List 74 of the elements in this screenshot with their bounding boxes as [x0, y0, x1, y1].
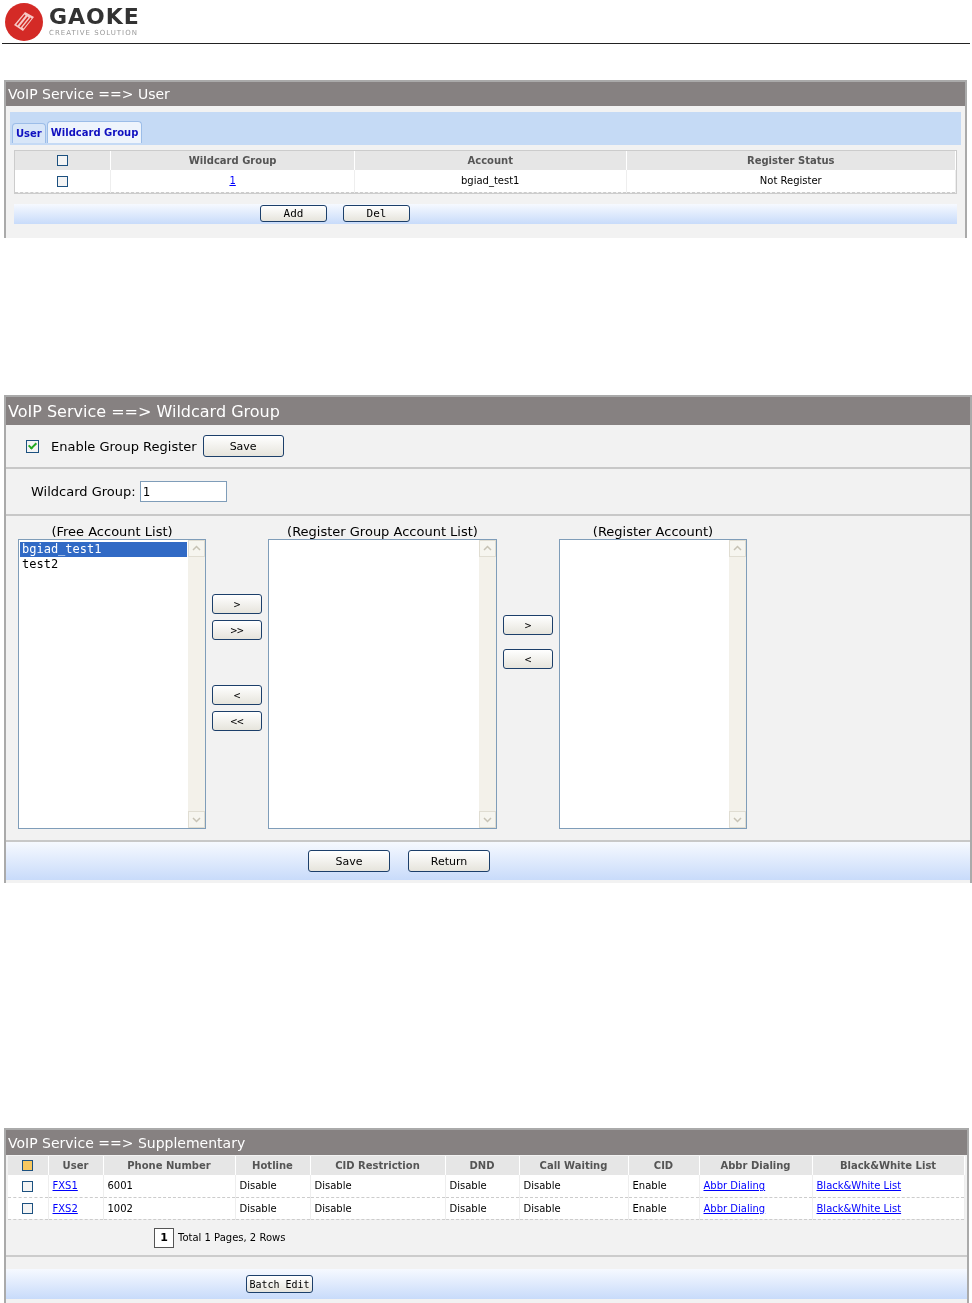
list-label: (Free Account List)	[51, 524, 173, 539]
free-account-list[interactable]: bgiad_test1 test2	[18, 539, 206, 829]
column-header: Wildcard Group	[110, 151, 355, 170]
column-header: User	[48, 1156, 103, 1175]
tab[interactable]: Wildcard Group	[46, 121, 143, 143]
enable-checkbox[interactable]	[26, 439, 39, 453]
list-item[interactable]: bgiad_test1	[20, 542, 187, 557]
action-button[interactable]: Del	[343, 205, 410, 222]
table-cell: 6001	[107, 1180, 133, 1192]
wildcard-group-field[interactable]: 1	[139, 481, 227, 502]
table-cell: Enable	[632, 1202, 667, 1214]
row-checkbox[interactable]	[22, 1180, 34, 1192]
column-header: Account	[354, 151, 626, 170]
table-cell: bgiad_test1	[460, 175, 520, 187]
scrollbar[interactable]	[729, 540, 746, 828]
column-header: CID	[628, 1156, 699, 1175]
table-cell: Not Register	[759, 175, 822, 187]
column-header: Black&White List	[812, 1156, 964, 1175]
row-checkbox[interactable]	[57, 175, 69, 187]
move-button[interactable]: >	[503, 615, 553, 635]
select-all-checkbox[interactable]	[22, 1160, 34, 1172]
logo-text: GAOKE	[49, 6, 140, 28]
scroll-down-icon[interactable]	[729, 811, 746, 828]
pager-summary: Total 1 Pages, 2 Rows	[178, 1232, 286, 1243]
list-label: (Register Account)	[592, 524, 714, 539]
column-header: Phone Number	[103, 1156, 235, 1175]
scroll-up-icon[interactable]	[729, 540, 746, 557]
table-cell: Disable	[239, 1180, 277, 1192]
table-cell: Disable	[449, 1202, 487, 1214]
column-header: Call Waiting	[519, 1156, 628, 1175]
column-header: CID Restriction	[310, 1156, 445, 1175]
table-cell: Disable	[239, 1202, 277, 1214]
checkbox-label: Enable Group Register	[51, 438, 197, 454]
row-checkbox[interactable]	[22, 1202, 34, 1214]
table-cell: Disable	[449, 1180, 487, 1192]
table-cell: Disable	[523, 1180, 561, 1192]
action-button[interactable]: Return	[408, 850, 490, 872]
column-header: Abbr Dialing	[699, 1156, 812, 1175]
logo-icon	[5, 2, 43, 41]
list-item[interactable]: test2	[20, 557, 187, 572]
scroll-down-icon[interactable]	[479, 811, 496, 828]
table-cell: Disable	[314, 1202, 352, 1214]
save-button[interactable]: Save	[202, 435, 284, 457]
panel-title: VoIP Service ==> Supplementary	[6, 1130, 967, 1155]
scroll-down-icon[interactable]	[188, 811, 205, 828]
move-button[interactable]: <	[503, 649, 553, 669]
column-header: DND	[445, 1156, 519, 1175]
field-label: Wildcard Group:	[31, 484, 136, 499]
action-button[interactable]: Save	[308, 850, 390, 872]
scrollbar[interactable]	[188, 540, 205, 828]
move-button[interactable]: >>	[212, 620, 262, 640]
register-group-list[interactable]	[268, 539, 497, 829]
scroll-up-icon[interactable]	[188, 540, 205, 557]
page-button[interactable]: 1	[154, 1227, 174, 1248]
panel-title: VoIP Service ==> Wildcard Group	[6, 397, 970, 425]
table-cell: Enable	[632, 1180, 667, 1192]
list-label: (Register Group Account List)	[287, 524, 478, 539]
panel-title: VoIP Service ==> User	[6, 82, 965, 106]
column-header: Register Status	[626, 151, 956, 170]
move-button[interactable]: <<	[212, 711, 262, 731]
select-all-checkbox[interactable]	[57, 155, 69, 167]
tab[interactable]: User	[12, 123, 46, 143]
group-link[interactable]: 1	[229, 175, 236, 187]
table-cell: Disable	[314, 1180, 352, 1192]
table-cell: Disable	[523, 1202, 561, 1214]
scrollbar[interactable]	[479, 540, 496, 828]
scroll-up-icon[interactable]	[479, 540, 496, 557]
move-button[interactable]: <	[212, 685, 262, 705]
batch-edit-button[interactable]: Batch Edit	[246, 1275, 313, 1293]
column-header: Hotline	[235, 1156, 310, 1175]
table-cell: 1002	[107, 1202, 133, 1214]
action-button[interactable]: Add	[260, 205, 327, 222]
register-account-list[interactable]	[559, 539, 747, 829]
move-button[interactable]: >	[212, 594, 262, 614]
